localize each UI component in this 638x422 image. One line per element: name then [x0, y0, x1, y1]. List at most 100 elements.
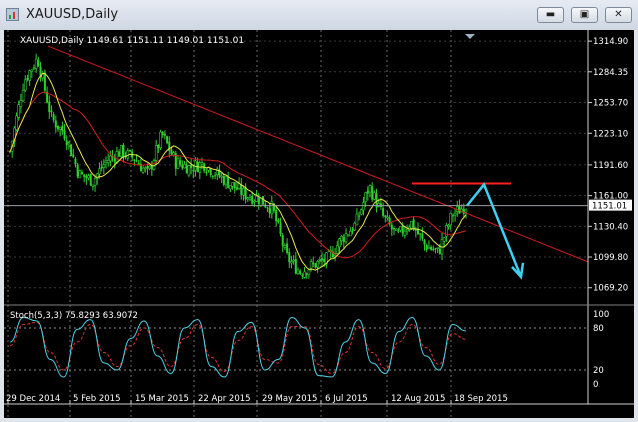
bear-candle	[209, 168, 212, 176]
bull-candle	[373, 192, 376, 200]
bull-candle	[344, 233, 348, 243]
bear-candle	[166, 136, 169, 144]
bear-candle	[161, 131, 164, 136]
bear-candle	[235, 187, 238, 190]
stoch-scale-label: 0	[593, 380, 598, 390]
stoch-scale-label: 20	[593, 366, 604, 376]
time-tick-label: 15 Mar 2015	[135, 394, 189, 404]
bull-candle	[405, 229, 409, 232]
bull-candle	[106, 160, 110, 163]
bull-candle	[453, 212, 457, 216]
bull-candle	[303, 271, 306, 278]
bull-candle	[436, 247, 439, 250]
bull-candle	[148, 165, 151, 169]
bull-candle	[464, 209, 468, 213]
bull-candle	[359, 209, 363, 215]
price-tick-label: 1284.35	[593, 68, 628, 78]
bear-candle	[425, 245, 428, 250]
time-tick-label: 22 Apr 2015	[198, 394, 251, 404]
bear-candle	[205, 171, 208, 173]
current-price-tag-label: 1151.01	[592, 202, 627, 212]
bull-candle	[355, 213, 359, 226]
bear-candle	[384, 215, 387, 217]
price-chart-svg[interactable]: 1314.901284.351253.701223.101191.601161.…	[4, 30, 634, 418]
bull-candle	[154, 145, 158, 161]
bull-candle	[386, 216, 389, 219]
bull-candle	[91, 184, 95, 187]
bull-candle	[87, 175, 90, 179]
bull-candle	[403, 230, 407, 236]
bear-candle	[214, 175, 217, 177]
bear-candle	[321, 258, 323, 261]
bear-candle	[129, 150, 131, 152]
bear-candle	[358, 215, 361, 217]
bear-candle	[190, 164, 193, 169]
time-tick-label: 29 Dec 2014	[6, 394, 60, 404]
bear-candle	[279, 223, 282, 235]
candlesticks	[9, 53, 468, 280]
bear-candle	[89, 174, 92, 186]
chart-area[interactable]: 1314.90 1284.35 1253.70 1223.10 1191.60 1161.…	[4, 30, 634, 418]
minimize-button[interactable]: ▬	[537, 7, 564, 23]
bear-candle	[275, 209, 278, 222]
bull-candle	[78, 170, 82, 179]
price-tick-label: 1130.40	[593, 222, 628, 232]
bull-candle	[259, 197, 263, 207]
bear-candle	[351, 229, 354, 232]
bear-candle	[211, 175, 214, 177]
bull-candle	[104, 160, 108, 164]
bull-candle	[200, 162, 204, 165]
bear-candle	[181, 164, 184, 169]
chart-header: XAUUSD,Daily 1149.61 1151.11 1149.01 115…	[20, 36, 244, 46]
bear-candle	[281, 235, 284, 246]
price-tick-label: 1069.20	[593, 284, 628, 294]
bull-candle	[283, 245, 287, 249]
bull-candle	[231, 182, 234, 187]
bear-candle	[451, 215, 454, 217]
bear-candle	[366, 190, 369, 194]
time-tick-label: 29 May 2015	[262, 394, 317, 404]
price-tick-label: 1223.10	[593, 129, 628, 139]
bear-candle	[421, 233, 424, 239]
restore-button[interactable]: ▣	[571, 7, 598, 23]
stoch-signal-line	[9, 321, 467, 375]
stoch-scale-label: 100	[593, 310, 609, 320]
bull-candle	[224, 176, 228, 185]
bear-candle	[65, 140, 68, 146]
stoch-scale-label: 80	[593, 324, 604, 334]
bear-candle	[37, 60, 40, 67]
bull-candle	[109, 155, 112, 162]
bull-candle	[32, 67, 36, 70]
price-axis[interactable]: 1314.901284.351253.701223.101191.601161.…	[587, 30, 628, 404]
bull-candle	[143, 167, 147, 170]
chart-shift-marker-icon[interactable]	[465, 34, 475, 39]
stoch-axis: 100 80 20 0	[593, 310, 609, 390]
time-axis[interactable]: 29 Dec 2014 5 Feb 2015 15 Mar 2015 22 Apr 2…	[4, 394, 634, 405]
bull-candle	[442, 237, 446, 242]
bear-candle	[438, 248, 441, 254]
bear-candle	[286, 243, 289, 254]
bull-candle	[253, 200, 256, 203]
bull-candle	[187, 165, 191, 176]
bull-candle	[34, 58, 38, 69]
bear-candle	[52, 114, 55, 121]
bear-candle	[157, 145, 160, 149]
bull-candle	[229, 185, 232, 190]
bull-candle	[194, 160, 197, 171]
bull-candle	[318, 259, 322, 261]
bear-candle	[401, 225, 404, 234]
bear-candle	[54, 120, 57, 128]
bull-candle	[449, 213, 453, 226]
bull-candle	[126, 150, 130, 159]
bull-candle	[172, 152, 175, 156]
close-button[interactable]: ✕	[605, 7, 632, 23]
bull-candle	[394, 228, 398, 231]
bull-candle	[23, 79, 27, 91]
bear-candle	[371, 186, 374, 200]
bull-candle	[242, 188, 245, 196]
bear-candle	[233, 182, 236, 189]
window-titlebar[interactable]: XAUUSD,Daily ▬ ▣ ✕	[0, 0, 638, 30]
bear-candle	[251, 195, 254, 204]
bull-candle	[364, 192, 367, 203]
bear-candle	[423, 239, 426, 245]
